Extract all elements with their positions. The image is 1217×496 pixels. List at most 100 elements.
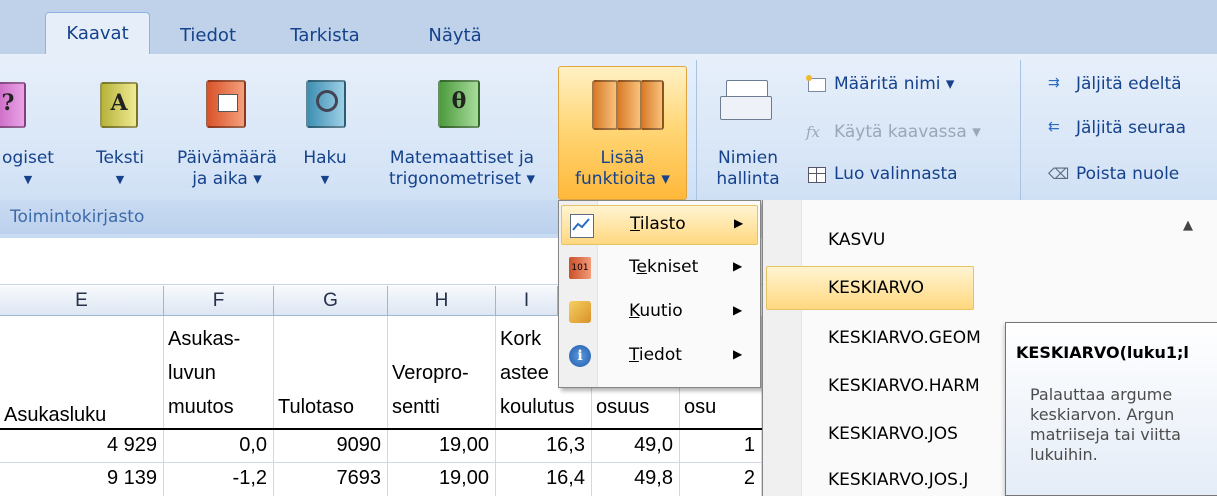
trace-precedents-icon: ⇉ bbox=[1048, 75, 1060, 91]
menu-item-label: Tilasto bbox=[630, 214, 686, 234]
tab-tarkista[interactable]: Tarkista bbox=[270, 18, 380, 54]
tab-tiedot[interactable]: Tiedot bbox=[162, 18, 254, 54]
menu-item-label: Tiedot bbox=[629, 345, 682, 365]
text-label: Teksti bbox=[95, 148, 145, 168]
table-cell[interactable]: 16,4 bbox=[496, 463, 592, 496]
menu-item-label: Tekniset bbox=[629, 257, 699, 277]
tab-kaavat[interactable]: Kaavat bbox=[45, 12, 150, 55]
lookup-button[interactable]: Haku ▼ bbox=[298, 148, 352, 190]
column-header-g[interactable]: G bbox=[274, 286, 388, 316]
date-time-book-icon bbox=[206, 80, 246, 128]
logical-book-icon: ? bbox=[0, 82, 26, 128]
more-functions-menu: Tilasto ▶ 101 Tekniset ▶ Kuutio ▶ i Tied… bbox=[558, 200, 761, 388]
table-cell[interactable]: 9 139 bbox=[0, 463, 164, 496]
trace-precedents-label: Jäljitä edeltä bbox=[1076, 74, 1182, 94]
trace-dependents-label: Jäljitä seuraa bbox=[1076, 118, 1187, 138]
header-cell[interactable]: Asukas-luvun muutos bbox=[164, 316, 274, 428]
table-cell[interactable]: 1 bbox=[680, 430, 762, 462]
menu-item-cube[interactable]: Kuutio ▶ bbox=[561, 293, 758, 333]
header-cell[interactable]: Veropro-sentti bbox=[388, 316, 496, 428]
chevron-right-icon: ▶ bbox=[733, 347, 743, 361]
function-fx-icon: fx bbox=[806, 123, 821, 141]
tab-nayta[interactable]: Näytä bbox=[414, 18, 496, 54]
table-cell[interactable]: 16,3 bbox=[496, 430, 592, 462]
math-trig-book-icon: θ bbox=[438, 80, 480, 128]
chevron-down-icon: ▼ bbox=[115, 173, 125, 186]
function-tooltip: KESKIARVO(luku1;l Palauttaa argume keski… bbox=[1005, 322, 1217, 496]
math-trig-label-1: Matemaattiset ja bbox=[389, 148, 535, 168]
function-item[interactable]: KESKIARVO.JOS bbox=[828, 424, 958, 444]
name-manager-label-1: Nimien bbox=[718, 148, 778, 168]
chevron-right-icon: ▶ bbox=[733, 259, 743, 273]
menu-gutter bbox=[763, 200, 802, 496]
date-time-button[interactable]: Päivämäärä ja aika ▾ bbox=[166, 148, 288, 190]
date-time-label-1: Päivämäärä bbox=[177, 148, 277, 168]
table-cell[interactable]: 19,00 bbox=[388, 430, 496, 462]
column-header-e[interactable]: E bbox=[0, 286, 164, 316]
table-cell[interactable]: 4 929 bbox=[0, 430, 164, 462]
math-trig-button[interactable]: Matemaattiset ja trigonometriset ▾ bbox=[372, 148, 552, 190]
table-cell[interactable]: 9090 bbox=[274, 430, 388, 462]
function-item[interactable]: KASVU bbox=[828, 230, 885, 250]
chevron-down-icon: ▼ bbox=[320, 173, 330, 186]
more-functions-label-1: Lisää bbox=[600, 148, 645, 168]
math-trig-label-2: trigonometriset ▾ bbox=[388, 169, 536, 189]
table-cell[interactable]: 7693 bbox=[274, 463, 388, 496]
menu-item-statistical[interactable]: Tilasto ▶ bbox=[561, 205, 758, 245]
text-book-icon: A bbox=[100, 82, 138, 128]
menu-item-engineering[interactable]: 101 Tekniset ▶ bbox=[561, 249, 758, 289]
scroll-up-arrow-icon[interactable]: ▲ bbox=[1183, 218, 1193, 233]
remove-arrows-label: Poista nuole bbox=[1076, 164, 1180, 184]
menu-item-label: Kuutio bbox=[629, 301, 683, 321]
remove-arrows-button[interactable]: ⌫ Poista nuole bbox=[1048, 164, 1179, 184]
header-cell[interactable]: Asukasluku bbox=[0, 316, 164, 428]
table-grid-icon bbox=[806, 165, 828, 183]
calendar-icon bbox=[218, 94, 238, 112]
function-item[interactable]: KESKIARVO bbox=[828, 278, 924, 298]
name-manager-label-2: hallinta bbox=[716, 169, 780, 189]
ribbon-tab-bar: Kaavat Tiedot Tarkista Näytä bbox=[0, 0, 1217, 55]
chevron-right-icon: ▶ bbox=[733, 303, 743, 317]
chevron-down-icon: ▼ bbox=[23, 173, 33, 186]
function-item[interactable]: KESKIARVO.HARM bbox=[828, 376, 980, 396]
more-functions-label-2: funktioita ▾ bbox=[575, 169, 670, 189]
column-header-i[interactable]: I bbox=[496, 286, 558, 316]
define-name-button[interactable]: Määritä nimi ▾ bbox=[806, 74, 954, 94]
logical-label: ogiset bbox=[2, 148, 54, 168]
create-from-selection-label: Luo valinnasta bbox=[834, 164, 958, 184]
eraser-icon: ⌫ bbox=[1048, 165, 1070, 183]
information-icon: i bbox=[569, 345, 591, 367]
table-cell[interactable]: 0,0 bbox=[164, 430, 274, 462]
table-cell[interactable]: 49,0 bbox=[592, 430, 680, 462]
table-cell[interactable]: 49,8 bbox=[592, 463, 680, 496]
menu-item-information[interactable]: i Tiedot ▶ bbox=[561, 337, 758, 377]
define-name-label: Määritä nimi ▾ bbox=[834, 74, 955, 94]
engineering-icon: 101 bbox=[569, 257, 591, 279]
function-item[interactable]: KESKIARVO.GEOM bbox=[828, 328, 981, 348]
table-cell[interactable]: -1,2 bbox=[164, 463, 274, 496]
header-cell[interactable]: Tulotaso bbox=[274, 316, 388, 428]
more-functions-button[interactable]: Lisää funktioita ▾ bbox=[558, 148, 687, 190]
use-in-formula-label: Käytä kaavassa ▾ bbox=[834, 122, 981, 142]
table-cell[interactable]: 19,00 bbox=[388, 463, 496, 496]
trace-dependents-icon: ⇇ bbox=[1048, 119, 1060, 135]
trace-dependents-button[interactable]: ⇇ Jäljitä seuraa bbox=[1048, 118, 1186, 138]
table-cell[interactable]: 2 bbox=[680, 463, 762, 496]
logical-button[interactable]: ogiset ▼ bbox=[0, 148, 56, 190]
tooltip-description: Palauttaa argume keskiarvon. Argun matri… bbox=[1030, 385, 1181, 464]
lookup-label: Haku bbox=[303, 148, 347, 168]
chevron-right-icon: ▶ bbox=[734, 216, 744, 230]
text-functions-button[interactable]: Teksti ▼ bbox=[86, 148, 154, 190]
trace-precedents-button[interactable]: ⇉ Jäljitä edeltä bbox=[1048, 74, 1182, 94]
function-item[interactable]: KESKIARVO.JOS.J bbox=[828, 470, 968, 490]
name-manager-button[interactable]: Nimien hallinta bbox=[708, 148, 788, 190]
date-time-label-2: ja aika ▾ bbox=[192, 169, 262, 189]
column-header-h[interactable]: H bbox=[388, 286, 496, 316]
tooltip-title: KESKIARVO(luku1;l bbox=[1016, 343, 1189, 362]
column-header-f[interactable]: F bbox=[164, 286, 274, 316]
use-in-formula-button: fx Käytä kaavassa ▾ bbox=[806, 122, 981, 142]
create-from-selection-button[interactable]: Luo valinnasta bbox=[806, 164, 958, 184]
cube-icon bbox=[569, 301, 591, 323]
define-name-icon bbox=[806, 75, 828, 93]
lookup-book-icon bbox=[306, 80, 346, 128]
